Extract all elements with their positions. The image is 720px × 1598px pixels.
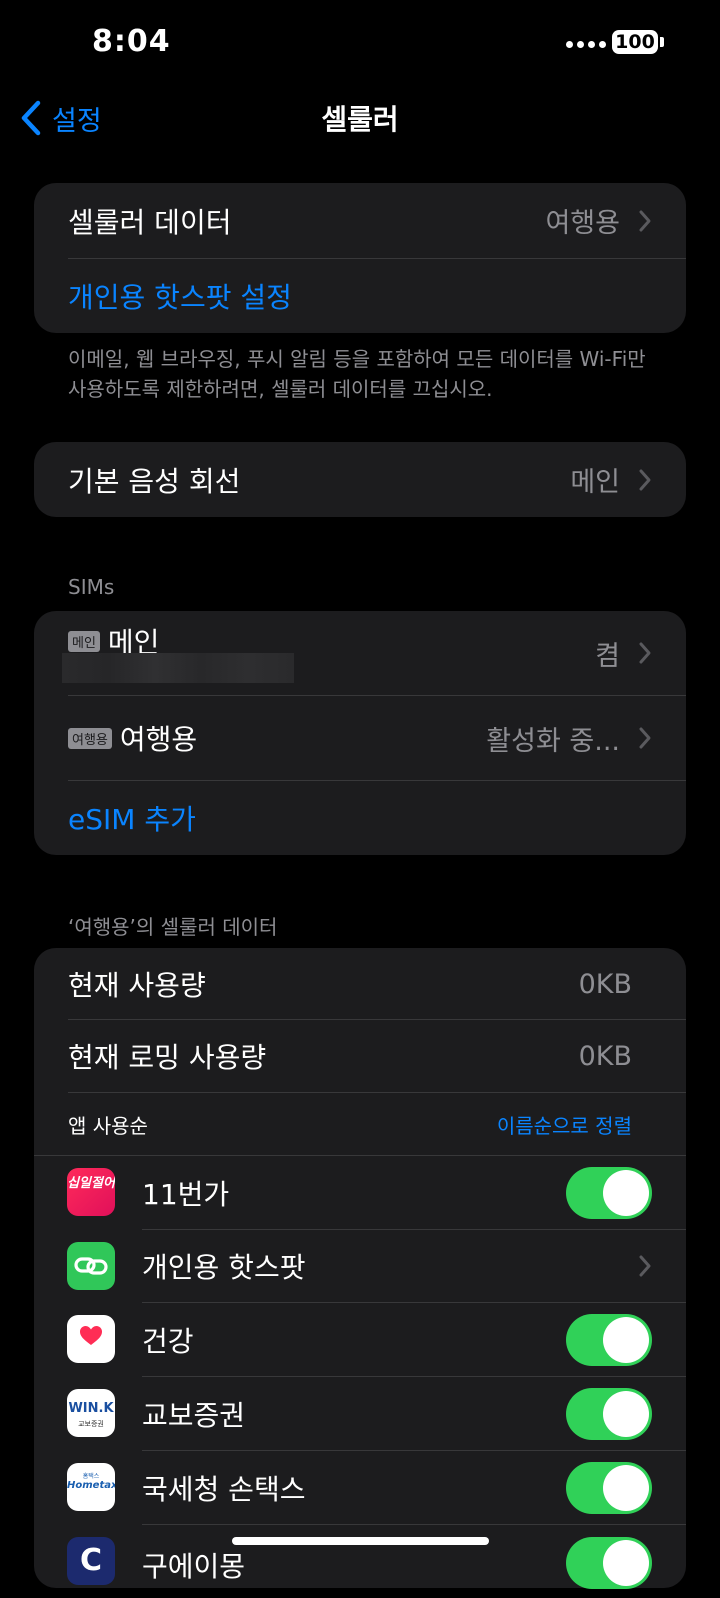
roaming-usage-value: 0KB	[578, 1040, 632, 1072]
kyobo-icon-text: WIN.K	[68, 1401, 114, 1416]
app-row-11st: 십일절어 11번가	[34, 1156, 686, 1229]
app-row-partial: C 구에이몽	[34, 1525, 686, 1598]
hotspot-icon	[67, 1242, 115, 1290]
app-name: 개인용 핫스팟	[142, 1251, 306, 1284]
app-row-health: 건강	[34, 1303, 686, 1376]
hometax-icon-sub: 홈택스	[82, 1473, 100, 1480]
usage-header: ‘여행용’의 셀룰러 데이터	[68, 915, 278, 939]
app-data-toggle[interactable]	[566, 1313, 652, 1366]
app-row-hometax: 홈택스 Hometax 국세청 손택스	[34, 1451, 686, 1524]
chevron-right-icon	[639, 727, 651, 749]
kyobo-wink-icon: WIN.K 교보증권	[67, 1389, 115, 1437]
sim-travel-row[interactable]: 여행용 여행용 활성화 중...	[34, 696, 686, 780]
status-time: 8:04	[92, 24, 171, 59]
sims-header: SIMs	[68, 575, 115, 599]
roaming-usage-label: 현재 로밍 사용량	[68, 1041, 267, 1074]
signal-dots-icon	[566, 38, 606, 52]
voice-line-group: 기본 음성 회선 메인	[34, 442, 686, 517]
cellular-data-value: 여행용	[545, 208, 620, 239]
app-name: 국세청 손택스	[142, 1472, 306, 1506]
roaming-usage-row: 현재 로밍 사용량 0KB	[34, 1020, 686, 1092]
sim-travel-badge: 여행용	[68, 727, 112, 749]
hometax-icon-text: Hometax	[67, 1480, 115, 1491]
chevron-right-icon	[639, 1255, 651, 1277]
cellular-data-row[interactable]: 셀룰러 데이터 여행용	[34, 183, 686, 258]
chevron-right-icon	[639, 210, 651, 231]
app-c-icon: C	[67, 1537, 115, 1585]
eleven-st-icon-text: 십일절어	[67, 1176, 115, 1191]
sim-travel-label-wrap: 여행용 여행용	[68, 718, 197, 758]
usage-group: 현재 사용량 0KB 현재 로밍 사용량 0KB 앱 사용순 이름순으로 정렬 …	[34, 948, 686, 1589]
home-indicator[interactable]	[232, 1537, 489, 1545]
app-row-kyobo: WIN.K 교보증권 교보증권	[34, 1377, 686, 1450]
eleven-st-icon: 십일절어	[67, 1168, 115, 1216]
current-usage-value: 0KB	[578, 968, 632, 1000]
health-heart-icon	[67, 1315, 115, 1363]
cellular-data-label: 셀룰러 데이터	[68, 205, 232, 239]
default-voice-line-row[interactable]: 기본 음성 회선 메인	[34, 442, 686, 517]
chevron-right-icon	[639, 642, 651, 664]
app-name: 교보증권	[142, 1398, 246, 1432]
sim-main-row[interactable]: 메인 메인 켬	[34, 611, 686, 695]
app-data-toggle[interactable]	[566, 1537, 652, 1589]
redacted-phone-number	[62, 653, 294, 683]
app-name: 11번가	[142, 1177, 230, 1211]
sim-main-value: 켬	[595, 640, 620, 672]
app-name: 구에이몽	[142, 1550, 246, 1583]
app-data-toggle[interactable]	[566, 1461, 652, 1514]
kyobo-icon-sub: 교보증권	[78, 1420, 104, 1428]
sort-header: 앱 사용순	[68, 1113, 148, 1138]
cellular-data-note: 이메일, 웹 브라우징, 푸시 알림 등을 포함하여 모든 데이터를 Wi-Fi…	[68, 347, 646, 401]
battery-tip	[660, 37, 664, 47]
chevron-right-icon	[639, 469, 651, 490]
hotspot-settings-link: 개인용 핫스팟 설정	[68, 281, 292, 314]
sim-travel-label: 여행용	[119, 723, 198, 756]
add-esim-row[interactable]: eSIM 추가	[34, 781, 686, 855]
page-title: 셀룰러	[321, 103, 399, 136]
add-esim-link: eSIM 추가	[68, 803, 196, 836]
voice-line-value: 메인	[570, 467, 620, 498]
sort-by-name-link[interactable]: 이름순으로 정렬	[497, 1110, 632, 1139]
battery-icon: 100	[612, 30, 658, 54]
sort-row: 앱 사용순 이름순으로 정렬	[34, 1093, 686, 1155]
app-row-hotspot[interactable]: 개인용 핫스팟	[34, 1230, 686, 1302]
voice-line-label: 기본 음성 회선	[68, 464, 241, 498]
sim-main-badge: 메인	[68, 630, 100, 652]
app-data-toggle[interactable]	[566, 1166, 652, 1219]
app-data-toggle[interactable]	[566, 1387, 652, 1440]
current-usage-row: 현재 사용량 0KB	[34, 948, 686, 1020]
sim-travel-value: 활성화 중...	[486, 725, 620, 757]
current-usage-label: 현재 사용량	[68, 969, 206, 1002]
cellular-data-group: 셀룰러 데이터 여행용 개인용 핫스팟 설정	[34, 183, 686, 333]
hotspot-settings-row[interactable]: 개인용 핫스팟 설정	[34, 259, 686, 333]
hometax-icon: 홈택스 Hometax	[67, 1463, 115, 1511]
app-c-icon-text: C	[79, 1543, 103, 1578]
app-name: 건강	[142, 1324, 194, 1358]
sims-group: 메인 메인 켬 여행용 여행용 활성화 중... eSIM 추가	[34, 611, 686, 855]
